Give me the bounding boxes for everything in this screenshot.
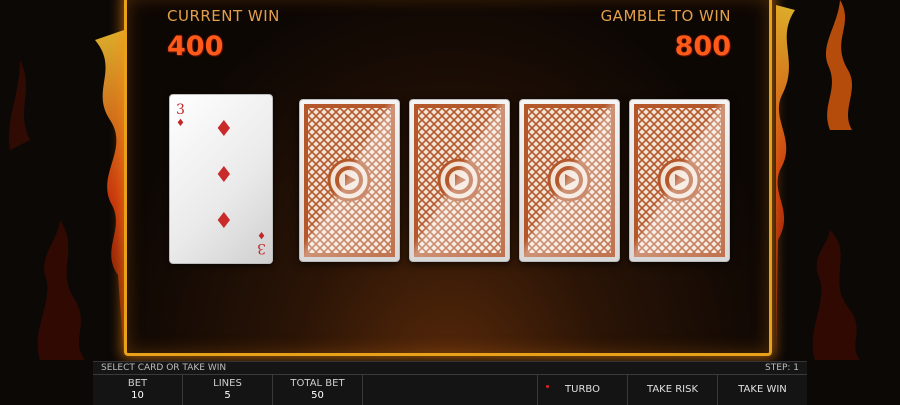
total-bet-display: TOTAL BET 50 — [273, 375, 363, 405]
turbo-button[interactable]: TURBO — [538, 375, 628, 405]
bet-display: BET 10 — [93, 375, 183, 405]
face-down-card-4[interactable] — [629, 99, 730, 262]
take-risk-label: TAKE RISK — [646, 384, 699, 395]
diamond-pip-icon: ♦ — [214, 117, 234, 142]
card-rank-text: 3 — [257, 240, 266, 256]
card-back-icon — [524, 104, 615, 257]
diamond-suit-icon: ♦ — [257, 229, 266, 240]
instruction-text: SELECT CARD OR TAKE WIN — [101, 363, 227, 373]
turbo-indicator-icon — [546, 385, 549, 388]
info-spacer — [363, 375, 538, 405]
dealer-card: 3 ♦ ♦ ♦ ♦ 3 ♦ — [169, 94, 273, 264]
lines-display: LINES 5 — [183, 375, 273, 405]
face-down-card-2[interactable] — [409, 99, 510, 262]
face-down-card-1[interactable] — [299, 99, 400, 262]
card-back-icon — [634, 104, 725, 257]
bet-label: BET — [127, 378, 148, 389]
current-win-value: 400 — [167, 31, 224, 62]
card-rank-bottom: 3 ♦ — [257, 227, 266, 256]
flame-decoration-left — [8, 30, 124, 360]
current-win-label: CURRENT WIN — [167, 7, 280, 25]
message-bar: SELECT CARD OR TAKE WIN STEP: 1 — [93, 361, 807, 374]
lines-value: 5 — [224, 390, 231, 401]
take-win-button[interactable]: TAKE WIN — [718, 375, 807, 405]
gamble-to-win-value: 800 — [674, 31, 731, 62]
total-bet-value: 50 — [311, 390, 324, 401]
card-rank-top: 3 ♦ — [176, 103, 185, 131]
card-back-icon — [304, 104, 395, 257]
diamond-suit-icon: ♦ — [176, 118, 185, 129]
diamond-pip-icon: ♦ — [214, 209, 234, 234]
take-win-label: TAKE WIN — [738, 384, 787, 395]
turbo-label: TURBO — [565, 384, 600, 395]
face-down-card-3[interactable] — [519, 99, 620, 262]
take-risk-button[interactable]: TAKE RISK — [628, 375, 718, 405]
bottom-control-bar: BET 10 LINES 5 TOTAL BET 50 TURBO TAKE R… — [93, 374, 807, 405]
total-bet-label: TOTAL BET — [290, 378, 345, 389]
flame-decoration-right — [776, 0, 860, 360]
card-back-icon — [414, 104, 505, 257]
step-indicator: STEP: 1 — [765, 363, 799, 373]
diamond-pip-icon: ♦ — [214, 163, 234, 188]
gamble-panel: CURRENT WIN 400 GAMBLE TO WIN 800 3 ♦ ♦ … — [124, 0, 772, 356]
gamble-to-win-label: GAMBLE TO WIN — [600, 7, 731, 25]
bet-value: 10 — [131, 390, 144, 401]
lines-label: LINES — [213, 378, 242, 389]
card-rank-text: 3 — [176, 102, 185, 118]
